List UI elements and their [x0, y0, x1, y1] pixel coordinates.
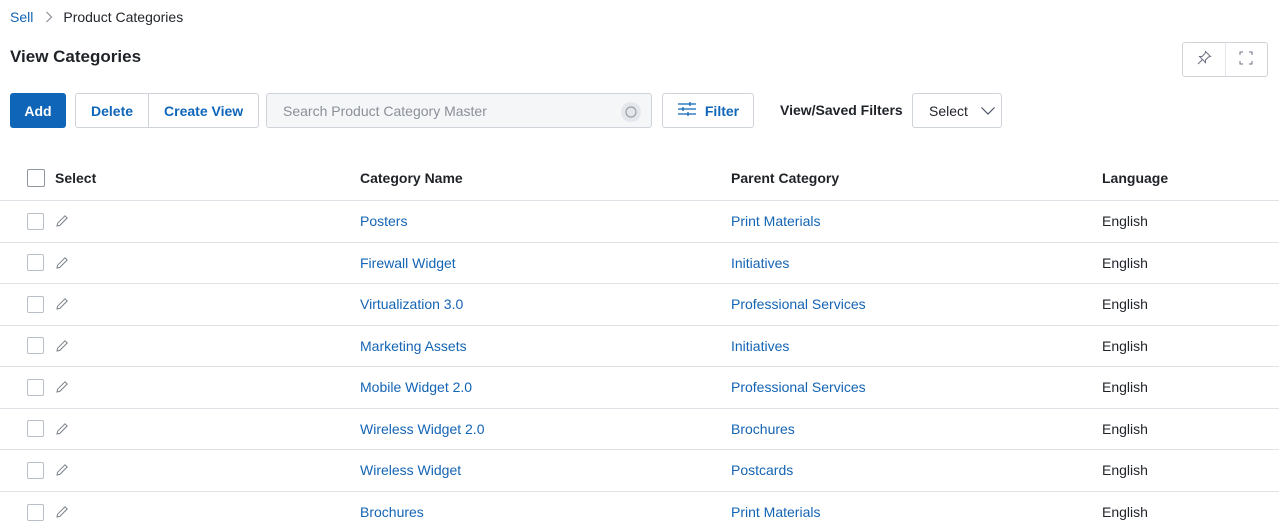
category-name-link[interactable]: Wireless Widget 2.0: [360, 421, 484, 437]
edit-pencil-icon[interactable]: [54, 379, 70, 395]
language-cell: English: [1102, 213, 1148, 230]
chevron-down-icon: [980, 103, 996, 119]
table-header: Select Category Name Parent Category Lan…: [0, 155, 1279, 201]
table-row: Marketing Assets Initiatives English: [0, 326, 1279, 367]
chevron-right-icon: [45, 11, 53, 23]
row-checkbox[interactable]: [27, 461, 44, 479]
edit-pencil-icon[interactable]: [54, 504, 70, 520]
row-checkbox[interactable]: [27, 254, 44, 272]
category-name-link[interactable]: Mobile Widget 2.0: [360, 379, 472, 395]
edit-pencil-icon[interactable]: [54, 296, 70, 312]
header-select: Select: [55, 169, 97, 186]
table-row: Virtualization 3.0 Professional Services…: [0, 284, 1279, 326]
saved-filters-select[interactable]: Select: [912, 93, 1002, 128]
pin-button[interactable]: [1183, 43, 1225, 76]
row-checkbox[interactable]: [27, 378, 44, 396]
language-cell: English: [1102, 504, 1148, 521]
row-checkbox[interactable]: [27, 212, 44, 230]
add-button[interactable]: Add: [10, 93, 66, 128]
search-input[interactable]: [283, 102, 603, 119]
select-all-checkbox[interactable]: [27, 168, 45, 187]
header-parent-category[interactable]: Parent Category: [731, 170, 1102, 186]
category-name-link[interactable]: Brochures: [360, 504, 424, 520]
language-cell: English: [1102, 420, 1148, 437]
breadcrumb-current: Product Categories: [63, 9, 184, 25]
language-cell: English: [1102, 379, 1148, 396]
table-row: Posters Print Materials English: [0, 201, 1279, 243]
create-view-button[interactable]: Create View: [148, 94, 258, 127]
row-checkbox[interactable]: [27, 295, 44, 313]
categories-table: Select Category Name Parent Category Lan…: [0, 155, 1279, 531]
filter-button[interactable]: Filter: [662, 93, 754, 128]
delete-button[interactable]: Delete: [76, 94, 148, 127]
edit-pencil-icon[interactable]: [54, 421, 70, 437]
filter-sliders-icon: [677, 101, 697, 120]
search-box: [266, 93, 652, 128]
saved-filters-label: View/Saved Filters: [780, 102, 903, 118]
category-name-link[interactable]: Posters: [360, 213, 407, 229]
saved-filters-value: Select: [929, 102, 968, 119]
edit-pencil-icon[interactable]: [54, 338, 70, 354]
breadcrumb-sell-link[interactable]: Sell: [10, 9, 33, 25]
parent-category-link[interactable]: Professional Services: [731, 379, 866, 395]
header-language[interactable]: Language: [1102, 170, 1279, 186]
header-category-name[interactable]: Category Name: [360, 170, 731, 186]
table-row: Wireless Widget Postcards English: [0, 450, 1279, 492]
parent-category-link[interactable]: Initiatives: [731, 255, 789, 271]
parent-category-link[interactable]: Print Materials: [731, 504, 820, 520]
row-checkbox[interactable]: [27, 337, 44, 355]
parent-category-link[interactable]: Print Materials: [731, 213, 820, 229]
parent-category-link[interactable]: Professional Services: [731, 296, 866, 312]
language-cell: English: [1102, 254, 1148, 271]
language-cell: English: [1102, 462, 1148, 479]
page-title: View Categories: [10, 47, 142, 66]
page-actions: [1182, 42, 1268, 77]
language-cell: English: [1102, 296, 1148, 313]
table-row: Firewall Widget Initiatives English: [0, 243, 1279, 284]
edit-pencil-icon[interactable]: [54, 213, 70, 229]
category-name-link[interactable]: Wireless Widget: [360, 462, 461, 478]
table-row: Mobile Widget 2.0 Professional Services …: [0, 367, 1279, 409]
breadcrumb: Sell Product Categories: [10, 8, 183, 26]
language-cell: English: [1102, 337, 1148, 354]
edit-pencil-icon[interactable]: [54, 255, 70, 271]
category-name-link[interactable]: Virtualization 3.0: [360, 296, 463, 312]
category-name-link[interactable]: Marketing Assets: [360, 338, 467, 354]
row-checkbox[interactable]: [27, 420, 44, 438]
edit-pencil-icon[interactable]: [54, 462, 70, 478]
filter-label: Filter: [704, 102, 740, 119]
category-name-link[interactable]: Firewall Widget: [360, 255, 456, 271]
parent-category-link[interactable]: Brochures: [731, 421, 795, 437]
fullscreen-button[interactable]: [1224, 43, 1267, 76]
search-icon[interactable]: [621, 102, 641, 122]
table-row: Wireless Widget 2.0 Brochures English: [0, 409, 1279, 450]
row-checkbox[interactable]: [27, 503, 44, 521]
action-button-group: Delete Create View: [75, 93, 260, 128]
fullscreen-icon: [1238, 50, 1254, 69]
pin-icon: [1196, 50, 1212, 69]
parent-category-link[interactable]: Postcards: [731, 462, 793, 478]
parent-category-link[interactable]: Initiatives: [731, 338, 789, 354]
table-row: Brochures Print Materials English: [0, 492, 1279, 531]
